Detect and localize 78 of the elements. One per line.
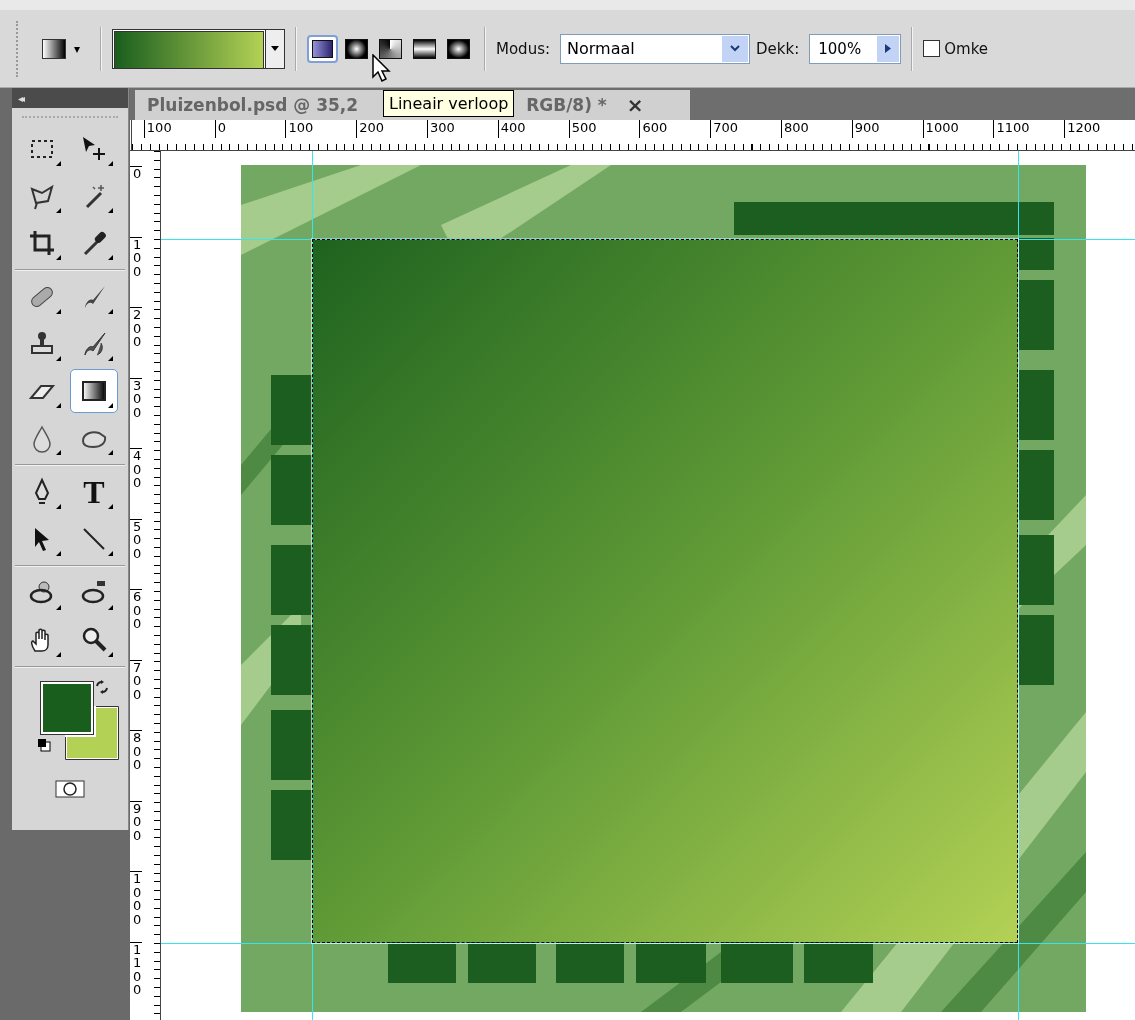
ruler-label: 700 [130,659,142,730]
corner-triangle-icon [56,605,61,610]
close-button[interactable]: × [626,93,644,117]
corner-triangle-icon [108,309,113,314]
corner-triangle-icon [108,551,113,556]
gradient-tool-icon [42,38,66,59]
corner-triangle-icon [56,403,61,408]
ruler-label: 300 [427,120,498,138]
ruler-label: 1000 [130,871,142,942]
mode-dropdown[interactable]: Normaal [560,33,751,64]
chevron-down-icon [730,45,741,52]
gradient-tool-button[interactable] [70,369,118,413]
corner-triangle-icon [108,356,113,361]
linear-gradient-button[interactable] [307,34,338,63]
corner-triangle-icon [108,208,113,213]
corner-triangle-icon [108,255,113,260]
ruler-label: 0 [130,166,142,237]
triangle-right-icon [885,44,892,53]
ruler-label: 100 [130,236,142,307]
ruler-label: 100 [143,120,215,138]
corner-triangle-icon [108,403,113,408]
ruler-label: 0 [214,120,286,138]
background-color-swatch[interactable] [65,706,119,760]
ruler-label: 900 [130,800,142,871]
type-tool-button[interactable]: T [70,470,118,514]
ruler-label: 200 [356,120,428,138]
collapse-button[interactable]: ◂◂ [12,92,23,104]
ruler-label: 500 [130,518,142,589]
angle-gradient-icon [379,38,402,59]
corner-triangle-icon [56,161,61,166]
ruler-label: 600 [130,589,142,660]
ruler-label: 800 [130,730,142,801]
ruler-label: 600 [639,120,711,138]
reverse-checkbox[interactable] [923,40,941,57]
ruler-label: 500 [568,120,640,138]
corner-triangle-icon [56,309,61,314]
ruler-label: 700 [710,120,781,138]
corner-triangle-icon [108,450,113,455]
swap-colors-icon[interactable] [95,680,109,694]
tooltip: Lineair verloop [383,90,515,117]
ruler-label: 400 [497,120,569,138]
reverse-label: Omke [944,39,989,58]
corner-triangle-icon [56,504,61,509]
corner-triangle-icon [56,356,61,361]
corner-triangle-icon [108,605,113,610]
corner-triangle-icon [56,652,61,657]
ruler-label: 400 [130,448,142,519]
ruler-label: 300 [130,377,142,448]
opacity-label: Dekk: [756,39,800,58]
corner-triangle-icon [56,551,61,556]
ruler-label: 100 [285,120,357,138]
opacity-field[interactable]: 100% [809,33,902,64]
tool-preset-button[interactable]: ▾ [32,34,90,63]
diamond-gradient-icon [447,38,470,59]
ruler-label: 900 [851,120,923,138]
crop-icon [27,228,57,258]
ruler-label: 1100 [130,941,142,1012]
ruler-label: 800 [781,120,852,138]
corner-triangle-icon [108,652,113,657]
gradient-picker[interactable] [112,28,285,69]
caret-icon [271,46,279,51]
corner-triangle-icon [108,161,113,166]
linear-gradient-icon [312,39,333,58]
quick-mask-button[interactable] [55,780,85,801]
corner-triangle-icon [108,504,113,509]
default-colors-icon[interactable] [37,738,51,752]
cursor-icon [372,54,394,84]
corner-triangle-icon [56,255,61,260]
radial-gradient-icon [345,38,368,59]
foreground-color-swatch[interactable] [41,682,93,734]
ruler-label: 200 [130,307,142,378]
ruler-label: 1200 [1064,120,1135,138]
corner-triangle-icon [56,450,61,455]
ruler-label: 1100 [993,120,1065,138]
ruler-label: 1000 [922,120,994,138]
corner-triangle-icon [56,208,61,213]
mode-label: Modus: [496,39,551,58]
reflected-gradient-icon [413,38,436,59]
